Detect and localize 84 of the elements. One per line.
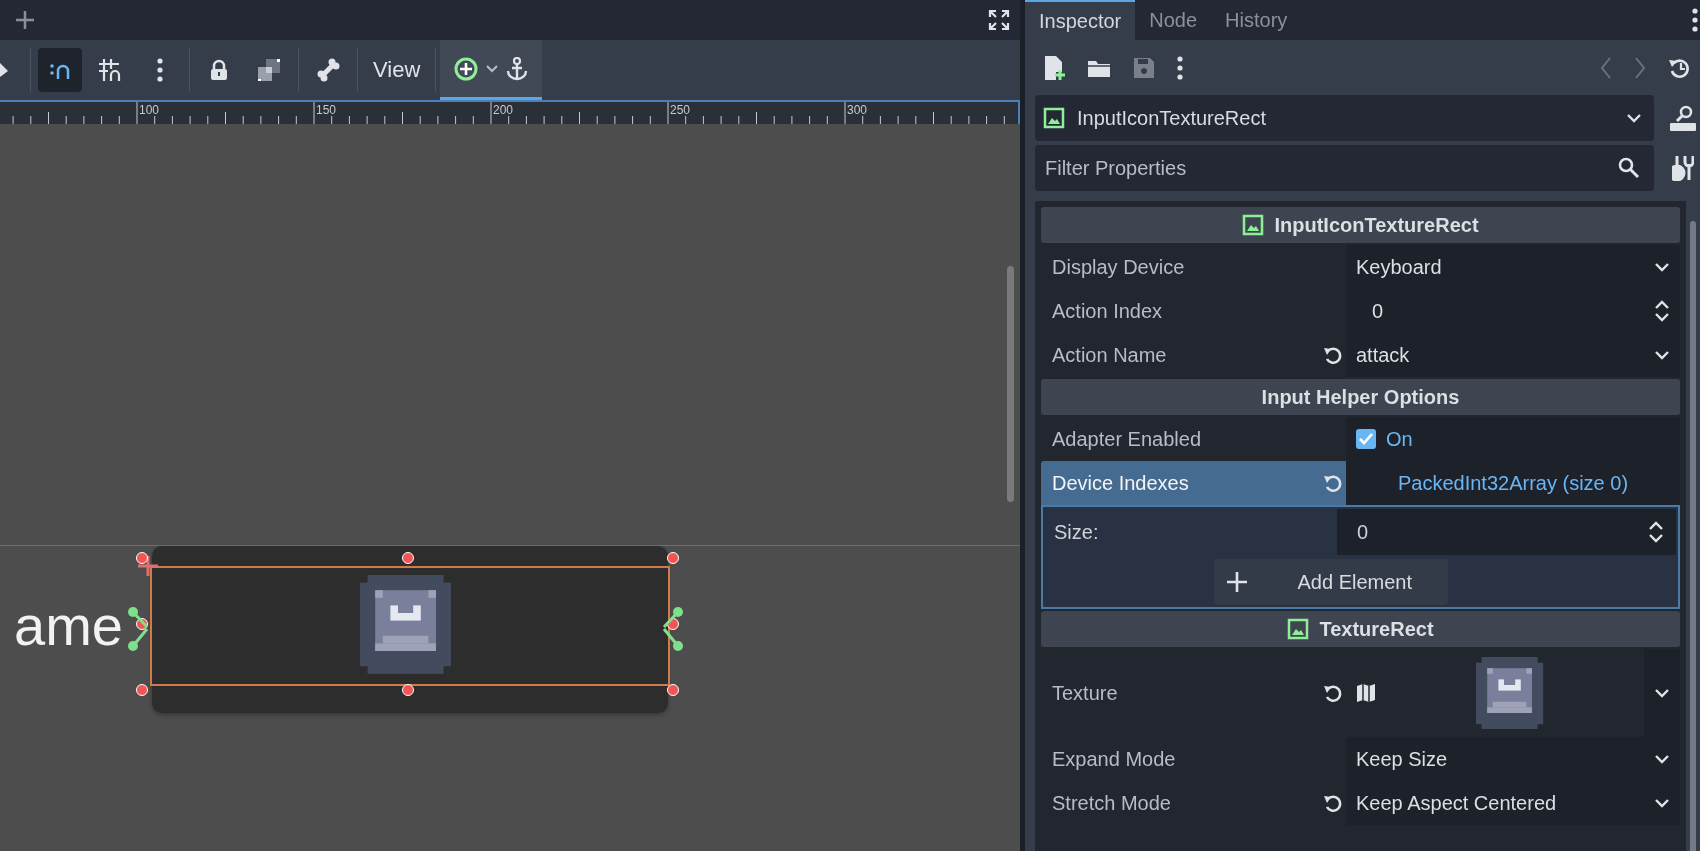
ruler-label: 250 <box>670 103 691 117</box>
layout-toolbar-group[interactable] <box>440 40 543 100</box>
texture-rect-icon <box>1242 214 1265 236</box>
pivot-icon <box>138 556 158 576</box>
kebab-icon <box>157 58 163 82</box>
label-text: ame <box>14 594 123 658</box>
doc-icon[interactable] <box>1669 104 1697 132</box>
map-icon <box>1356 683 1376 703</box>
ruler-label: 100 <box>139 103 160 117</box>
resize-handle[interactable] <box>136 684 148 696</box>
dropdown[interactable]: Keep Aspect Centered <box>1346 781 1680 825</box>
check-icon <box>1359 433 1373 445</box>
node-dropdown[interactable]: InputIconTextureRect <box>1035 95 1654 141</box>
add-element-button[interactable]: Add Element <box>1213 559 1448 605</box>
tab[interactable]: Node <box>1135 0 1212 40</box>
property-label[interactable]: Expand Mode <box>1041 737 1346 781</box>
section-header[interactable]: InputIconTextureRect <box>1041 207 1680 243</box>
dropdown[interactable]: Keyboard <box>1346 245 1680 289</box>
section-header[interactable]: TextureRect <box>1041 611 1680 647</box>
number-field[interactable]: 0 <box>1346 289 1680 333</box>
property-label[interactable]: Texture <box>1041 649 1346 737</box>
size-label: Size: <box>1053 519 1100 545</box>
lock-icon <box>209 59 229 81</box>
property-label[interactable]: Action Index <box>1041 289 1346 333</box>
group-icon <box>258 59 280 81</box>
spinner-arrows-icon[interactable] <box>1654 299 1670 323</box>
dropdown-value: Keep Size <box>1356 747 1448 771</box>
node-name: InputIconTextureRect <box>1077 106 1266 130</box>
tab[interactable]: Inspector <box>1025 0 1136 40</box>
revert-icon[interactable] <box>1323 345 1343 365</box>
history-icon[interactable] <box>1668 56 1692 79</box>
grid-snap-icon <box>98 58 122 82</box>
view-menu[interactable]: View <box>365 48 429 92</box>
tab[interactable]: History <box>1211 0 1302 40</box>
spinner-arrows-icon[interactable] <box>1648 520 1664 544</box>
more-icon <box>1177 55 1183 80</box>
ruler-label: 200 <box>493 103 514 117</box>
dropdown-value: attack <box>1356 343 1410 367</box>
scrollbar[interactable] <box>1690 221 1696 851</box>
tools-icon[interactable] <box>1672 155 1694 181</box>
revert-icon[interactable] <box>1323 793 1343 813</box>
add-icon[interactable] <box>14 9 36 31</box>
ruler-label: 150 <box>316 103 337 117</box>
save-icon[interactable] <box>1133 56 1155 79</box>
scrollbar[interactable] <box>1007 266 1014 502</box>
options-icon <box>1692 8 1698 32</box>
fullscreen-icon[interactable] <box>988 9 1010 31</box>
dropdown[interactable]: attack <box>1346 333 1680 377</box>
property-label[interactable]: Adapter Enabled <box>1041 417 1346 461</box>
caret-icon[interactable] <box>486 64 499 73</box>
number-field[interactable]: 0 <box>1337 509 1676 555</box>
add-circle-icon[interactable] <box>454 56 479 81</box>
anchor-handle[interactable] <box>662 606 684 652</box>
checkbox[interactable] <box>1356 429 1376 449</box>
dropdown-value: Keyboard <box>1356 255 1442 279</box>
arrow-icon[interactable] <box>0 63 8 77</box>
property-label[interactable]: Stretch Mode <box>1041 781 1346 825</box>
dropdown[interactable]: Keep Size <box>1346 737 1680 781</box>
checkbox-label[interactable]: On <box>1386 427 1413 451</box>
resize-handle[interactable] <box>136 552 148 564</box>
section-header[interactable]: Input Helper Options <box>1041 379 1680 415</box>
section-title: InputIconTextureRect <box>1274 213 1479 237</box>
revert-icon[interactable] <box>1323 683 1343 703</box>
anchor-handle[interactable] <box>127 606 149 652</box>
anchor-icon[interactable] <box>506 56 529 81</box>
property-label[interactable]: Action Name <box>1041 333 1346 377</box>
new-resource-icon[interactable] <box>1043 54 1065 81</box>
texture-rect-icon <box>1287 618 1310 640</box>
number-value: 0 <box>1357 520 1369 544</box>
smart-snap-button[interactable] <box>38 48 82 92</box>
texture-rect-icon <box>1043 107 1065 129</box>
search-icon[interactable] <box>1618 157 1640 179</box>
bone-icon <box>316 58 340 82</box>
filter-field[interactable]: Filter Properties <box>1035 145 1654 191</box>
number-value: 0 <box>1372 299 1384 323</box>
property-label[interactable]: Device Indexes <box>1041 461 1346 505</box>
ruler-label: 300 <box>847 103 868 117</box>
dropdown-value: Keep Aspect Centered <box>1356 791 1557 815</box>
array-editor-button[interactable]: PackedInt32Array (size 0) <box>1346 461 1680 505</box>
resize-handle[interactable] <box>667 552 679 564</box>
section-title: TextureRect <box>1319 617 1434 641</box>
plus-icon <box>1225 571 1248 593</box>
property-label[interactable]: Display Device <box>1041 245 1346 289</box>
section-title: Input Helper Options <box>1261 385 1460 409</box>
